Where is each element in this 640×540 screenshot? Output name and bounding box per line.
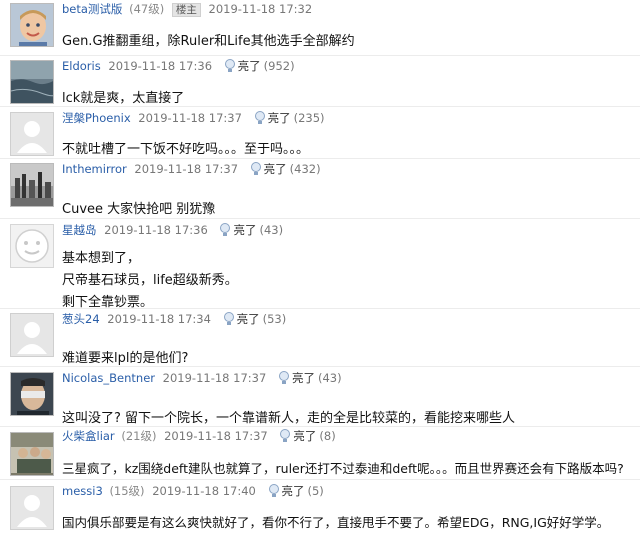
avatar[interactable]	[10, 372, 54, 416]
username-link[interactable]: messi3	[62, 484, 103, 498]
owner-badge: 楼主	[171, 3, 201, 17]
lightbulb-icon	[268, 484, 280, 501]
post-meta: Inthemirror 2019-11-18 17:37 亮了 (432)	[62, 162, 321, 179]
like-count: (43)	[317, 371, 342, 385]
like-button[interactable]: 亮了 (8)	[279, 429, 336, 446]
divider	[0, 366, 640, 367]
lightbulb-icon	[278, 371, 290, 388]
like-button[interactable]: 亮了 (952)	[224, 59, 295, 73]
post-content: 国内俱乐部要是有这么爽快就好了，看你不行了，直接甩手不要了。希望EDG，RNG,…	[62, 512, 609, 534]
user-level: (21级)	[121, 429, 157, 443]
username-link[interactable]: Nicolas_Bentner	[62, 371, 155, 385]
content-line: 尺帝基石球员，life超级新秀。	[62, 273, 238, 288]
content-line: 国内俱乐部要是有这么爽快就好了，看你不行了，直接甩手不要了。希望EDG，RNG,…	[62, 515, 610, 530]
user-level: (15级)	[109, 484, 145, 498]
lightbulb-icon	[254, 111, 266, 128]
post-time: 2019-11-18 17:40	[152, 484, 256, 498]
post-meta: 葱头24 2019-11-18 17:34 亮了 (53)	[62, 312, 286, 329]
post-time: 2019-11-18 17:37	[138, 111, 242, 125]
user-level: (47级)	[129, 2, 165, 16]
default-avatar-icon	[17, 121, 47, 153]
like-count: (8)	[319, 429, 336, 443]
avatar[interactable]	[10, 313, 54, 357]
avatar[interactable]	[10, 432, 54, 476]
like-button[interactable]: 亮了 (235)	[254, 111, 325, 125]
content-line: Gen.G推翻重组，除Ruler和Life其他选手全部解约	[62, 34, 355, 49]
post-time: 2019-11-18 17:37	[162, 371, 267, 385]
like-label: 亮了	[263, 162, 287, 176]
avatar[interactable]	[10, 3, 54, 47]
default-avatar-icon	[17, 495, 47, 527]
post-content: Gen.G推翻重组，除Ruler和Life其他选手全部解约	[62, 31, 355, 53]
username-link[interactable]: 星越岛	[62, 223, 97, 237]
lightbulb-icon	[250, 162, 262, 179]
like-button[interactable]: 亮了 (5)	[268, 484, 324, 498]
like-count: (952)	[263, 59, 295, 73]
avatar[interactable]	[10, 60, 54, 104]
content-line: 三星疯了，kz围绕deft建队也就算了，ruler还打不过泰迪和deft呢。。。…	[62, 461, 624, 476]
like-label: 亮了	[236, 312, 260, 326]
avatar[interactable]	[10, 163, 54, 207]
like-count: (5)	[307, 484, 324, 498]
like-button[interactable]: 亮了 (43)	[278, 371, 342, 385]
divider	[0, 106, 640, 107]
lightbulb-icon	[219, 223, 231, 240]
divider	[0, 308, 640, 309]
content-line: 基本想到了，	[62, 251, 141, 266]
avatar[interactable]	[10, 112, 54, 156]
divider	[0, 55, 640, 56]
username-link[interactable]: 火柴盒liar	[62, 429, 115, 443]
like-label: 亮了	[281, 484, 305, 498]
post-content: 三星疯了，kz围绕deft建队也就算了，ruler还打不过泰迪和deft呢。。。…	[62, 458, 624, 480]
like-count: (53)	[262, 312, 287, 326]
post-meta: 涅槃Phoenix 2019-11-18 17:37 亮了 (235)	[62, 111, 325, 128]
post-meta: Nicolas_Bentner 2019-11-18 17:37 亮了 (43)	[62, 371, 342, 388]
post-meta: 火柴盒liar (21级) 2019-11-18 17:37 亮了 (8)	[62, 429, 336, 446]
post-time: 2019-11-18 17:37	[164, 429, 268, 443]
divider	[0, 218, 640, 219]
content-line: 剩下全靠钞票。	[62, 295, 154, 310]
post-meta: messi3 (15级) 2019-11-18 17:40 亮了 (5)	[62, 484, 324, 501]
like-label: 亮了	[237, 59, 261, 73]
avatar[interactable]	[10, 224, 54, 268]
lightbulb-icon	[223, 312, 235, 329]
post-content: 基本想到了， 尺帝基石球员，life超级新秀。 剩下全靠钞票。	[62, 248, 238, 314]
divider	[0, 479, 640, 480]
divider	[0, 158, 640, 159]
post-meta: beta测试版 (47级) 楼主 2019-11-18 17:32	[62, 2, 312, 17]
lightbulb-icon	[279, 429, 291, 446]
like-label: 亮了	[233, 223, 257, 237]
like-label: 亮了	[293, 429, 317, 443]
avatar[interactable]	[10, 486, 54, 530]
like-label: 亮了	[291, 371, 315, 385]
like-button[interactable]: 亮了 (432)	[250, 162, 321, 176]
username-link[interactable]: 涅槃Phoenix	[62, 111, 131, 125]
like-button[interactable]: 亮了 (43)	[219, 223, 283, 237]
lightbulb-icon	[224, 59, 236, 76]
username-link[interactable]: beta测试版	[62, 2, 122, 16]
username-link[interactable]: Eldoris	[62, 59, 101, 73]
like-count: (235)	[293, 111, 325, 125]
default-avatar-icon	[17, 322, 47, 354]
like-count: (432)	[289, 162, 321, 176]
post-meta: Eldoris 2019-11-18 17:36 亮了 (952)	[62, 59, 295, 76]
post-time: 2019-11-18 17:34	[107, 312, 211, 326]
username-link[interactable]: Inthemirror	[62, 162, 127, 176]
like-button[interactable]: 亮了 (53)	[223, 312, 287, 329]
like-count: (43)	[259, 223, 284, 237]
post-time: 2019-11-18 17:36	[108, 59, 213, 73]
post-time: 2019-11-18 17:32	[208, 2, 313, 16]
username-link[interactable]: 葱头24	[62, 312, 100, 326]
like-label: 亮了	[267, 111, 291, 125]
divider	[0, 426, 640, 427]
post-time: 2019-11-18 17:37	[134, 162, 239, 176]
post-time: 2019-11-18 17:36	[104, 223, 208, 237]
smiley-avatar-icon	[15, 229, 49, 263]
post-meta: 星越岛 2019-11-18 17:36 亮了 (43)	[62, 223, 283, 240]
